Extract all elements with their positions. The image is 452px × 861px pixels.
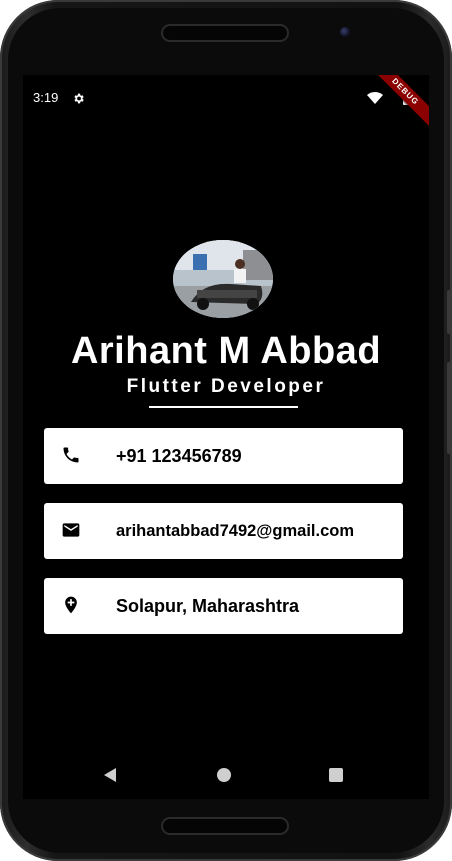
email-card[interactable]: arihantabbad7492@gmail.com xyxy=(44,503,403,559)
home-icon[interactable] xyxy=(217,768,231,782)
profile-title: Flutter Developer xyxy=(126,376,326,397)
avatar xyxy=(173,240,273,318)
front-camera xyxy=(340,27,350,37)
avatar-photo xyxy=(173,240,273,318)
location-pin-icon xyxy=(65,596,77,614)
gear-icon xyxy=(74,93,84,104)
phone-frame: 3:19 DEBUG Arihant M Abbad Flutter Devel… xyxy=(0,0,452,861)
status-time: 3:19 xyxy=(33,90,59,105)
phone-number: +91 123456789 xyxy=(116,446,242,466)
status-bar: 3:19 xyxy=(23,75,429,121)
phone-card[interactable]: +91 123456789 xyxy=(44,428,403,484)
app-screen: 3:19 DEBUG Arihant M Abbad Flutter Devel… xyxy=(23,75,429,799)
profile-name: Arihant M Abbad xyxy=(70,330,382,372)
email-address: arihantabbad7492@gmail.com xyxy=(116,522,355,540)
back-icon[interactable] xyxy=(102,767,118,783)
location-text: Solapur, Maharashtra xyxy=(116,596,300,616)
divider xyxy=(149,406,298,408)
power-button[interactable] xyxy=(447,290,452,334)
bottom-speaker xyxy=(161,817,289,835)
recent-apps-icon[interactable] xyxy=(329,768,343,782)
location-card[interactable]: Solapur, Maharashtra xyxy=(44,578,403,634)
wifi-icon xyxy=(367,92,383,104)
navigation-bar xyxy=(23,757,429,799)
phone-icon xyxy=(63,447,79,463)
mail-icon xyxy=(62,523,80,537)
top-speaker xyxy=(161,24,289,42)
volume-button[interactable] xyxy=(447,362,452,454)
